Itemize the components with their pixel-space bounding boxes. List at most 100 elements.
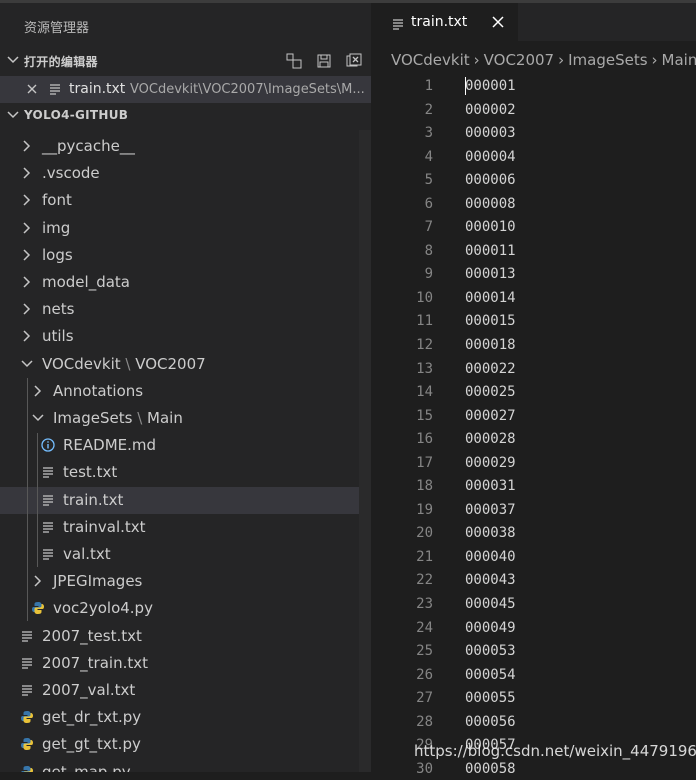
tree-item-label: val.txt [63,545,111,563]
line-text: 000031 [465,478,516,495]
tree-item-name: font [42,191,72,210]
tree-item[interactable]: utils [0,323,371,350]
line-text: 000022 [465,360,516,377]
code-line: 21 000040 [371,545,696,569]
tree-item[interactable]: 2007_test.txt [0,623,371,650]
line-text: 000004 [465,148,516,165]
python-icon [21,738,33,751]
watermark-text: https://blog.csdn.net/weixin_44791964 [414,742,696,760]
line-number: 27 [416,690,433,707]
open-editors-header[interactable]: 打开的编辑器 [0,48,371,72]
close-all-icon[interactable] [345,52,363,70]
code-line: 2 000002 [371,98,696,122]
chevron-right-icon [34,575,42,587]
tree-item[interactable]: val.txt [0,541,371,568]
tree-item[interactable]: .vscode [0,160,371,187]
tree-item-subfolder: VOC2007 [135,354,206,373]
line-text: 000055 [465,690,516,707]
tree-item[interactable]: test.txt [0,459,371,486]
close-icon[interactable] [490,14,506,30]
tab-label: train.txt [411,14,468,30]
chevron-right-icon [23,167,31,179]
tree-item[interactable]: __pycache__ [0,133,371,160]
chevron-down-icon [32,414,44,422]
chevron-down-icon [7,56,19,64]
tree-item[interactable]: 2007_val.txt [0,677,371,704]
indent-guide [27,378,28,621]
code-line: 4 000004 [371,145,696,169]
tree-item-label: .vscode [42,164,100,182]
line-number: 23 [416,596,433,613]
tree-item-label: Annotations [53,382,143,400]
tree-item-label: test.txt [63,463,117,481]
chevron-right-icon [23,222,31,234]
line-text: 000029 [465,454,516,471]
line-text: 000054 [465,666,516,683]
tree-item-label: voc2yolo4.py [53,599,153,617]
line-number: 3 [424,125,433,142]
text-cursor [465,77,466,95]
tree-item[interactable]: nets [0,296,371,323]
line-number: 25 [416,643,433,660]
breadcrumb-item[interactable]: VOCdevkit [391,51,470,69]
tree-item-name: trainval.txt [63,517,146,536]
open-editor-item[interactable]: train.txt VOCdevkit\VOC2007\ImageSets\M.… [0,76,371,103]
open-editors-label: 打开的编辑器 [24,55,98,69]
chevron-right-icon [23,276,31,288]
line-text: 000001 [465,78,516,94]
tree-item-label: VOCdevkit \ VOC2007 [42,355,206,373]
line-text: 000025 [465,384,516,401]
tab-train-txt[interactable]: train.txt [371,3,518,41]
tree-item-name: voc2yolo4.py [53,599,153,618]
tree-item[interactable]: ImageSets \ Main [0,405,371,432]
save-all-icon[interactable] [315,52,333,70]
tree-item-label: get_map.py [42,763,131,772]
breadcrumb-item[interactable]: VOC2007 [484,51,554,69]
path-separator: \ [132,409,148,427]
line-text: 000027 [465,407,516,424]
chevron-right-icon [23,330,31,342]
new-untitled-file-icon[interactable] [285,52,303,70]
tree-item[interactable]: model_data [0,269,371,296]
tree-item[interactable]: README.md [0,432,371,459]
line-text: 000037 [465,501,516,518]
chevron-right-icon [23,194,31,206]
tree-item[interactable]: get_gt_txt.py [0,731,371,758]
code-line: 27 000055 [371,686,696,710]
breadcrumb-item[interactable]: Main [662,51,696,69]
tree-item[interactable]: train.txt [0,486,371,514]
line-number: 13 [416,360,433,377]
line-text: 000011 [465,242,516,259]
tree-item[interactable]: trainval.txt [0,514,371,541]
tree-item[interactable]: voc2yolo4.py [0,595,371,622]
tree-item-label: 2007_train.txt [42,654,148,672]
tree-item[interactable]: font [0,187,371,214]
line-number: 18 [416,478,433,495]
tree-item-name: test.txt [63,463,118,482]
tree-item[interactable]: get_dr_txt.py [0,704,371,731]
tree-item[interactable]: Annotations [0,378,371,405]
breadcrumb-item[interactable]: ImageSets [568,51,647,69]
line-number: 24 [416,619,433,636]
chevron-right-icon [23,140,31,152]
tree-item-label: trainval.txt [63,518,146,536]
line-number: 20 [416,525,433,542]
tree-item[interactable]: img [0,215,371,242]
sidebar-scrollbar[interactable] [359,130,371,772]
tree-item-name: img [42,218,71,237]
chevron-right-icon: › [651,51,658,69]
tree-item[interactable]: JPEGImages [0,568,371,595]
code-line: 17 000029 [371,451,696,475]
tree-item[interactable]: logs [0,242,371,269]
tree-item[interactable]: 2007_train.txt [0,650,371,677]
tree-item[interactable]: VOCdevkit \ VOC2007 [0,351,371,378]
tree-item[interactable]: get_map.py [0,759,371,772]
breadcrumb: VOCdevkit › VOC2007 › ImageSets › Main [391,51,696,69]
close-icon[interactable] [24,81,40,97]
code-editor[interactable]: 1 000001 2 000002 3 000003 4 000004 5 000006 6 0000… [371,74,696,780]
tree-item-label: get_gt_txt.py [42,735,141,753]
project-header[interactable]: YOLO4-GITHUB [0,103,371,127]
code-line: 30 000058 [371,757,696,780]
line-text: 000010 [465,219,516,236]
tree-item-name: 2007_test.txt [42,626,142,645]
